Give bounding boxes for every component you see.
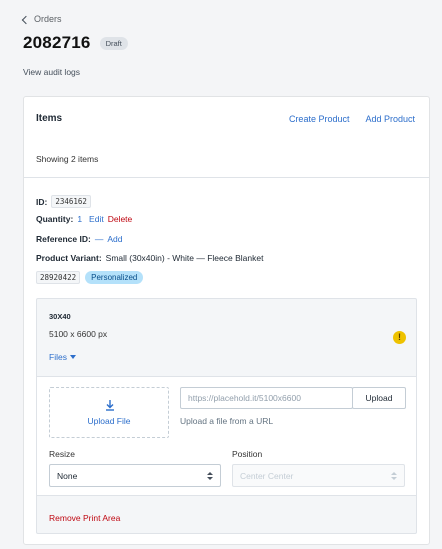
breadcrumb[interactable]: Orders xyxy=(21,14,62,24)
items-card: Items Create Product Add Product Showing… xyxy=(23,96,430,545)
download-arrow-icon xyxy=(106,400,114,411)
position-select-value: Center Center xyxy=(240,470,294,481)
url-input[interactable] xyxy=(180,387,353,409)
audit-logs-link[interactable]: View audit logs xyxy=(23,67,80,77)
files-toggle[interactable]: Files xyxy=(49,352,76,362)
print-area-name: 30X40 xyxy=(49,312,71,321)
variant-label: Product Variant: xyxy=(36,253,102,263)
quantity-row: Quantity: 1 Edit Delete xyxy=(36,214,132,224)
files-panel: Upload File Upload Upload a file from a … xyxy=(37,376,416,496)
add-reference-link[interactable]: Add xyxy=(107,234,122,244)
items-card-actions: Create Product Add Product xyxy=(289,114,415,124)
items-card-title: Items xyxy=(36,113,63,124)
warning-icon[interactable]: ! xyxy=(393,331,406,344)
upload-button[interactable]: Upload xyxy=(352,387,406,409)
print-area-panel: 30X40 5100 x 6600 px ! Files Upload File… xyxy=(36,298,417,534)
item-id-label: ID: xyxy=(36,196,48,207)
item-id-row: ID: 2346162 xyxy=(36,195,91,208)
reference-value: — xyxy=(94,234,104,244)
items-count: Showing 2 items xyxy=(36,154,99,164)
status-badge: Draft xyxy=(99,36,128,50)
edit-quantity-link[interactable]: Edit xyxy=(89,214,104,224)
reference-label: Reference ID: xyxy=(36,234,91,244)
variant-meta-row: 28920422 Personalized xyxy=(36,271,144,284)
caret-down-icon xyxy=(69,355,76,359)
item-id-value: 2346162 xyxy=(51,195,91,208)
divider xyxy=(24,177,429,178)
variant-row: Product Variant: Small (30x40in) - White… xyxy=(36,253,263,263)
quantity-label: Quantity: xyxy=(36,214,74,224)
delete-item-link[interactable]: Delete xyxy=(108,214,133,224)
variant-code: 28920422 xyxy=(36,271,81,284)
resize-select-value: None xyxy=(57,470,78,481)
url-help-text: Upload a file from a URL xyxy=(180,416,274,426)
create-product-link[interactable]: Create Product xyxy=(289,114,350,124)
upload-file-dropzone[interactable]: Upload File xyxy=(49,387,169,438)
position-select[interactable]: Center Center xyxy=(232,464,405,487)
position-label: Position xyxy=(232,449,263,459)
page-title: 2082716 xyxy=(23,33,91,52)
select-arrows-icon xyxy=(391,471,397,480)
variant-value: Small (30x40in) - White — Fleece Blanket xyxy=(105,253,264,263)
quantity-value: 1 xyxy=(77,214,83,224)
chevron-left-icon xyxy=(21,15,31,24)
personalized-badge: Personalized xyxy=(85,271,144,284)
resize-label: Resize xyxy=(49,449,75,459)
breadcrumb-orders-link[interactable]: Orders xyxy=(34,14,62,24)
upload-file-label: Upload File xyxy=(87,416,131,426)
page-header: 2082716 Draft xyxy=(23,33,128,53)
select-arrows-icon xyxy=(207,471,213,480)
files-toggle-label: Files xyxy=(49,352,67,362)
print-area-dimensions: 5100 x 6600 px xyxy=(49,329,108,339)
resize-select[interactable]: None xyxy=(49,464,221,487)
add-product-link[interactable]: Add Product xyxy=(365,114,415,124)
remove-print-area-link[interactable]: Remove Print Area xyxy=(49,513,120,523)
reference-row: Reference ID: — Add xyxy=(36,234,122,244)
